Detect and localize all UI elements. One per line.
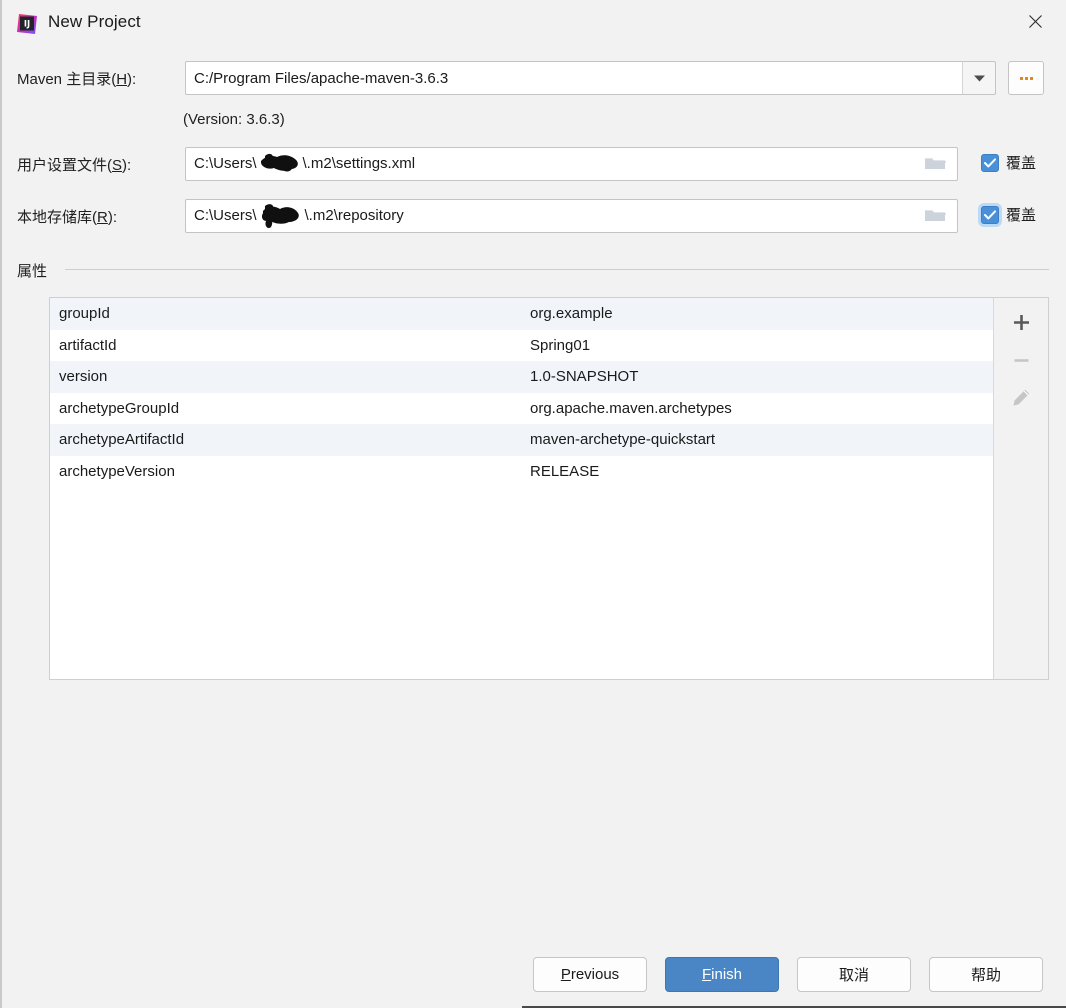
user-settings-file-label: 用户设置文件(S): xyxy=(17,154,131,175)
finish-label-mnemonic: F xyxy=(701,966,712,983)
user-settings-file-value-suffix: \.m2\settings.xml xyxy=(302,154,416,172)
local-repository-value-prefix: C:\Users\ xyxy=(194,206,257,224)
property-value: org.example xyxy=(530,305,613,323)
svg-text:IJ: IJ xyxy=(24,20,30,30)
close-button[interactable] xyxy=(1012,4,1058,42)
user-settings-file-browse-button[interactable] xyxy=(922,151,948,177)
property-value: RELEASE xyxy=(530,462,600,480)
table-row[interactable]: archetypeArtifactId maven-archetype-quic… xyxy=(50,424,993,456)
pencil-icon xyxy=(1011,388,1031,412)
local-repository-browse-button[interactable] xyxy=(922,203,948,229)
user-settings-label-suffix: ): xyxy=(122,157,132,174)
user-settings-label-prefix: 用户设置文件( xyxy=(17,157,112,174)
help-button[interactable]: 帮助 xyxy=(929,957,1043,992)
maven-home-dropdown-button[interactable] xyxy=(962,61,996,95)
maven-home-value: C:/Program Files/apache-maven-3.6.3 xyxy=(194,69,449,87)
user-settings-file-input[interactable]: C:\Users\ \.m2\settings.xml xyxy=(185,147,958,181)
local-repo-label-mnemonic: R xyxy=(97,209,108,226)
local-repo-label-suffix: ): xyxy=(107,209,118,226)
redaction-mark xyxy=(257,151,303,176)
window-title: New Project xyxy=(48,12,141,31)
table-row[interactable]: groupId org.example xyxy=(50,298,993,330)
property-value: maven-archetype-quickstart xyxy=(530,431,716,449)
local-repository-value-suffix: \.m2\repository xyxy=(304,206,404,224)
property-key: groupId xyxy=(59,305,110,323)
properties-section-separator xyxy=(65,269,1049,270)
maven-version-note: (Version: 3.6.3) xyxy=(183,111,285,128)
local-repository-override-label: 覆盖 xyxy=(1006,207,1037,224)
user-settings-override-checkbox[interactable]: 覆盖 xyxy=(981,152,1036,173)
maven-home-label: Maven 主目录(H): xyxy=(17,68,136,89)
ellipsis-icon xyxy=(1019,76,1033,80)
maven-home-label-suffix: ): xyxy=(127,71,137,88)
local-repository-label: 本地存储库(R): xyxy=(17,206,117,227)
table-row[interactable]: archetypeVersion RELEASE xyxy=(50,456,993,488)
maven-home-label-mnemonic: H xyxy=(116,71,128,88)
local-repository-override-checkbox[interactable]: 覆盖 xyxy=(981,204,1036,225)
local-repository-input[interactable]: C:\Users\ \.m2\repository xyxy=(185,199,958,233)
previous-label-mnemonic: P xyxy=(560,966,571,983)
folder-icon xyxy=(924,153,946,175)
previous-label-suffix: revious xyxy=(570,966,620,983)
maven-home-label-prefix: Maven 主目录( xyxy=(17,71,117,88)
local-repository-value: C:\Users\ \.m2\repository xyxy=(194,201,949,231)
property-value: Spring01 xyxy=(530,336,591,354)
checkbox-box xyxy=(981,153,999,172)
window-left-border xyxy=(0,0,2,1008)
local-repo-label-prefix: 本地存储库( xyxy=(17,209,97,226)
property-value: 1.0-SNAPSHOT xyxy=(530,368,639,386)
property-key: archetypeArtifactId xyxy=(59,431,185,449)
user-settings-file-value: C:\Users\ \.m2\settings.xml xyxy=(194,151,949,177)
properties-table-body: groupId org.example artifactId Spring01 … xyxy=(50,298,993,679)
user-settings-label-mnemonic: S xyxy=(112,157,123,174)
user-settings-override-label: 覆盖 xyxy=(1006,155,1037,172)
title-bar: IJ New Project xyxy=(2,0,1066,47)
property-value: org.apache.maven.archetypes xyxy=(530,399,732,417)
folder-icon xyxy=(924,205,946,227)
property-key: version xyxy=(59,368,108,386)
plus-icon xyxy=(1012,313,1031,336)
maven-home-input[interactable]: C:/Program Files/apache-maven-3.6.3 xyxy=(185,61,970,95)
new-project-dialog: IJ New Project Maven 主目录(H): C:/Program … xyxy=(0,0,1066,1008)
remove-property-button[interactable] xyxy=(1002,343,1040,381)
checkbox-box xyxy=(981,205,999,224)
user-settings-file-value-prefix: C:\Users\ xyxy=(194,154,257,172)
minus-icon xyxy=(1012,351,1031,374)
redaction-mark xyxy=(257,201,305,231)
close-icon xyxy=(1028,14,1043,33)
property-key: archetypeGroupId xyxy=(59,399,180,417)
table-row[interactable]: version 1.0-SNAPSHOT xyxy=(50,361,993,393)
table-row[interactable]: artifactId Spring01 xyxy=(50,330,993,362)
properties-table: groupId org.example artifactId Spring01 … xyxy=(49,297,1049,680)
table-row[interactable]: archetypeGroupId org.apache.maven.archet… xyxy=(50,393,993,425)
maven-home-browse-button[interactable] xyxy=(1008,61,1044,95)
edit-property-button[interactable] xyxy=(1002,381,1040,419)
add-property-button[interactable] xyxy=(1002,305,1040,343)
property-key: artifactId xyxy=(59,336,117,354)
properties-table-toolbar xyxy=(993,298,1048,679)
finish-label-suffix: inish xyxy=(711,966,743,983)
properties-section-title: 属性 xyxy=(17,263,48,280)
cancel-button[interactable]: 取消 xyxy=(797,957,911,992)
property-key: archetypeVersion xyxy=(59,462,175,480)
finish-button[interactable]: Finish xyxy=(665,957,779,992)
intellij-idea-logo-icon: IJ xyxy=(16,13,38,35)
previous-button[interactable]: Previous xyxy=(533,957,647,992)
chevron-down-icon xyxy=(973,70,986,87)
